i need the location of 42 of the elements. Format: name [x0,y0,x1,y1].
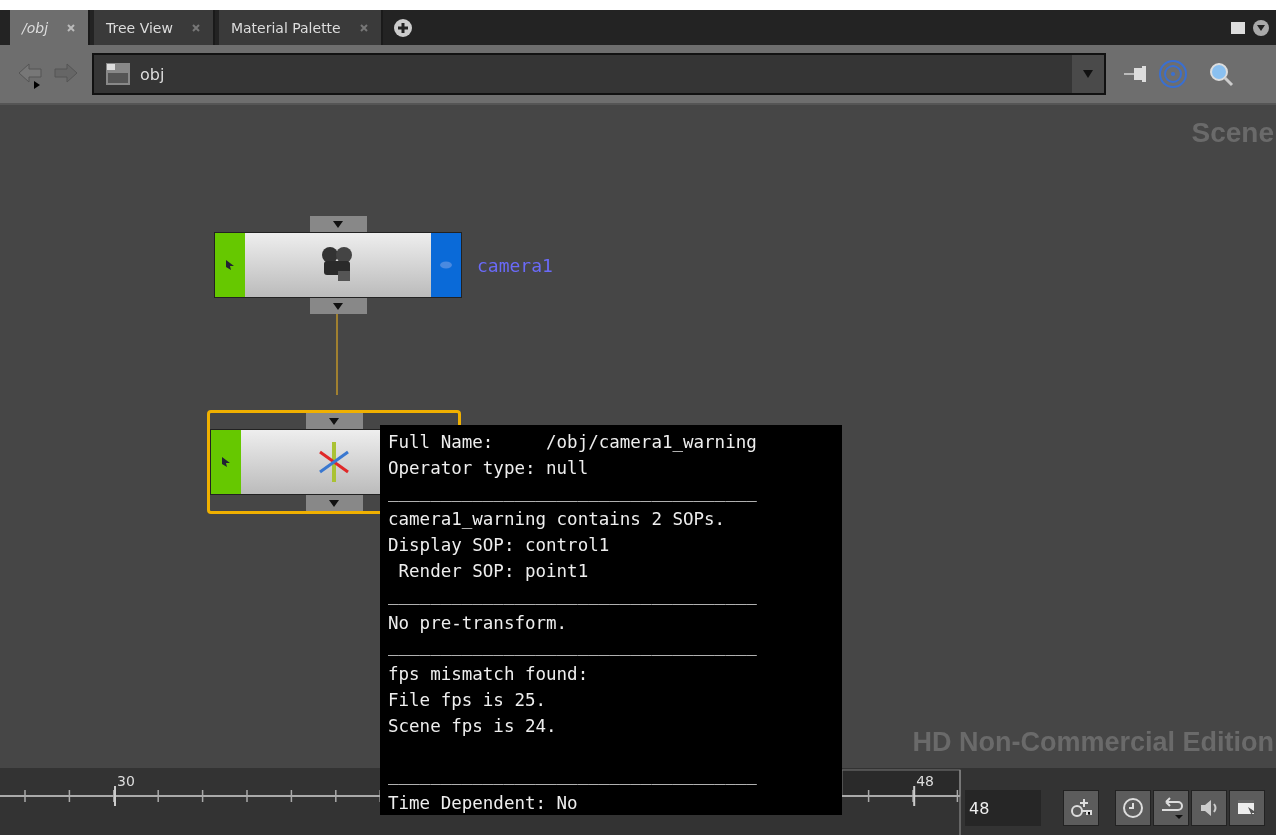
tooltip-line: Scene fps is 24. [388,714,558,738]
dropdown-icon[interactable] [1252,18,1270,37]
network-icon [104,61,132,87]
speaker-icon[interactable] [1191,790,1227,826]
path-field[interactable]: obj [92,53,1106,95]
add-tab-icon[interactable] [392,17,413,38]
frame-label: 48 [916,773,934,789]
tooltip-line: Full Name: /obj/camera1_warning [388,431,758,454]
tab[interactable]: Material Palette [218,10,383,45]
cursor-icon[interactable] [226,260,234,270]
separator-line: ___________________________________ [388,584,758,607]
tooltip-line: Render SOP: point1 [397,560,590,583]
loop-icon[interactable] [1153,790,1189,826]
input-arrow-icon[interactable] [333,220,343,228]
tab[interactable]: /obj [10,10,91,45]
close-icon[interactable] [190,22,201,33]
separator-line: ___________________________________ [388,636,758,659]
frame-label: 30 [117,773,135,789]
cursor-icon[interactable] [222,457,230,467]
frame-field[interactable]: 48 [965,790,1041,826]
tooltip-line: Time Dependent: No [388,792,579,816]
tooltip-line: Display SOP: control1 [388,534,611,558]
close-icon[interactable] [358,22,369,33]
separator-line: ___________________________________ [388,481,758,504]
key-icon[interactable] [1063,790,1099,826]
input-arrow-icon[interactable] [329,417,339,425]
output-arrow-icon[interactable] [329,499,339,507]
tooltip-line: Operator type: null [388,456,590,480]
clock-icon[interactable] [1115,790,1151,826]
separator-line: ___________________________________ [388,765,758,788]
tooltip-line: File fps is 25. [388,688,548,712]
close-icon[interactable] [66,22,77,33]
tooltip-line: camera1_warning contains 2 SOPs. [388,508,727,532]
tooltip-line: No pre-transform. [388,611,569,635]
output-arrow-icon[interactable] [333,302,343,310]
frame-ruler[interactable] [0,768,962,835]
pane-icon[interactable] [1230,20,1246,35]
tab[interactable]: Tree View [94,10,215,45]
window-cursor-icon[interactable] [1229,790,1265,826]
search-icon[interactable] [1208,61,1234,87]
tooltip-line: fps mismatch found: [388,663,590,687]
node-name: camera1 [477,254,553,276]
